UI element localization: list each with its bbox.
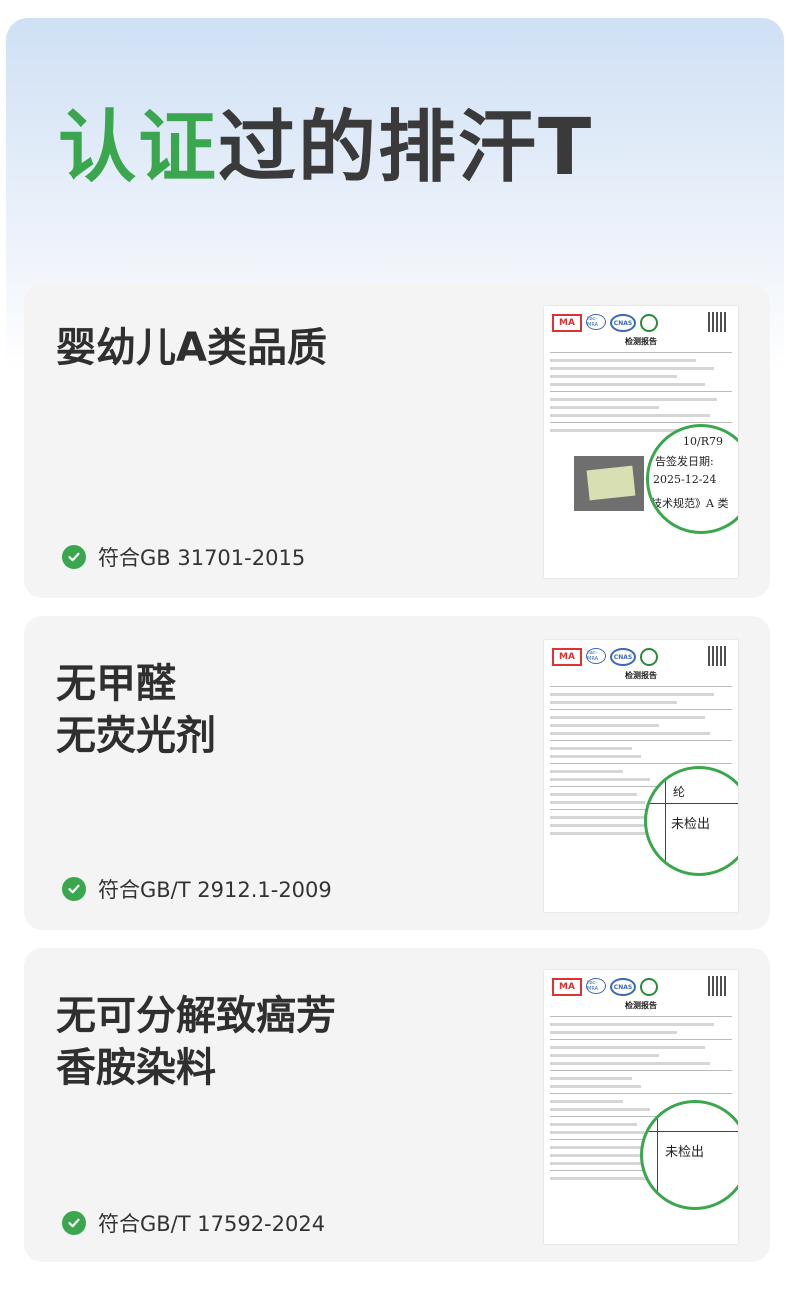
zoom-text: 2025-12-24	[653, 473, 717, 486]
zoom-text: 未检出	[665, 1145, 705, 1160]
check-circle-icon	[62, 1211, 86, 1235]
title-rest: 过的排汗T	[218, 103, 594, 193]
zoom-text: 技术规范》A 类	[651, 497, 729, 510]
cert-standard: 符合GB 31701-2015	[62, 542, 305, 572]
report-logos: MA ilac-MRA CNAS	[552, 314, 658, 332]
report-logos: MA ilac-MRA CNAS	[552, 978, 658, 996]
ma-logo: MA	[552, 314, 582, 332]
cert-standard: 符合GB/T 2912.1-2009	[62, 874, 332, 904]
cnas-logo: CNAS	[610, 648, 636, 666]
card-heading-line: 婴幼儿A类品质	[56, 325, 327, 371]
check-circle-icon	[62, 545, 86, 569]
qr-code-icon	[708, 976, 728, 996]
report-header: 检测报告	[625, 337, 657, 346]
title-accent: 认证	[58, 103, 219, 193]
zoom-text: 纶	[673, 785, 686, 799]
seal-logo	[640, 648, 658, 666]
cert-card-3: 无可分解致癌芳 香胺染料 符合GB/T 17592-2024 MA ilac-M…	[24, 948, 770, 1262]
cert-text: 符合GB/T 2912.1-2009	[98, 878, 332, 902]
cnas-logo: CNAS	[610, 978, 636, 996]
cert-card-1: 婴幼儿A类品质 符合GB 31701-2015 MA ilac-MRA CNAS…	[24, 284, 770, 598]
zoom-magnifier: 纶 未检出	[644, 766, 738, 876]
ilac-logo: ilac-MRA	[586, 314, 606, 330]
ilac-logo: ilac-MRA	[586, 648, 606, 664]
cert-text: 符合GB/T 17592-2024	[98, 1212, 326, 1236]
ma-logo: MA	[552, 978, 582, 996]
ilac-logo: ilac-MRA	[586, 978, 606, 994]
report-header: 检测报告	[625, 1001, 657, 1010]
fabric-sample-photo	[574, 456, 644, 511]
card-heading-line: 香胺染料	[56, 1045, 216, 1091]
qr-code-icon	[708, 646, 728, 666]
cnas-logo: CNAS	[610, 314, 636, 332]
qr-code-icon	[708, 312, 728, 332]
test-report-image: MA ilac-MRA CNAS 检测报告 10/R79 告签发日期: 2025…	[544, 306, 738, 578]
cert-standard: 符合GB/T 17592-2024	[62, 1208, 325, 1238]
card-heading: 无可分解致癌芳 香胺染料	[56, 990, 336, 1094]
zoom-text: 10/R79	[683, 435, 723, 448]
test-report-image: MA ilac-MRA CNAS 检测报告 未检出	[544, 970, 738, 1244]
cert-card-2: 无甲醛 无荧光剂 符合GB/T 2912.1-2009 MA ilac-MRA …	[24, 616, 770, 930]
seal-logo	[640, 978, 658, 996]
zoom-text: 未检出	[671, 817, 711, 832]
card-heading-line: 无荧光剂	[56, 713, 216, 759]
cert-text: 符合GB 31701-2015	[98, 546, 306, 570]
zoom-text: 告签发日期:	[655, 455, 714, 468]
seal-logo	[640, 314, 658, 332]
check-circle-icon	[62, 877, 86, 901]
card-heading: 无甲醛 无荧光剂	[56, 658, 216, 762]
ma-logo: MA	[552, 648, 582, 666]
zoom-magnifier: 未检出	[640, 1100, 738, 1210]
card-heading: 婴幼儿A类品质	[56, 322, 327, 374]
page-title: 认证过的排汗T	[58, 98, 593, 198]
report-logos: MA ilac-MRA CNAS	[552, 648, 658, 666]
zoom-magnifier: 10/R79 告签发日期: 2025-12-24 技术规范》A 类	[646, 424, 738, 534]
report-header: 检测报告	[625, 671, 657, 680]
test-report-image: MA ilac-MRA CNAS 检测报告 纶 未检出	[544, 640, 738, 912]
card-heading-line: 无甲醛	[56, 661, 176, 707]
card-heading-line: 无可分解致癌芳	[56, 993, 336, 1039]
